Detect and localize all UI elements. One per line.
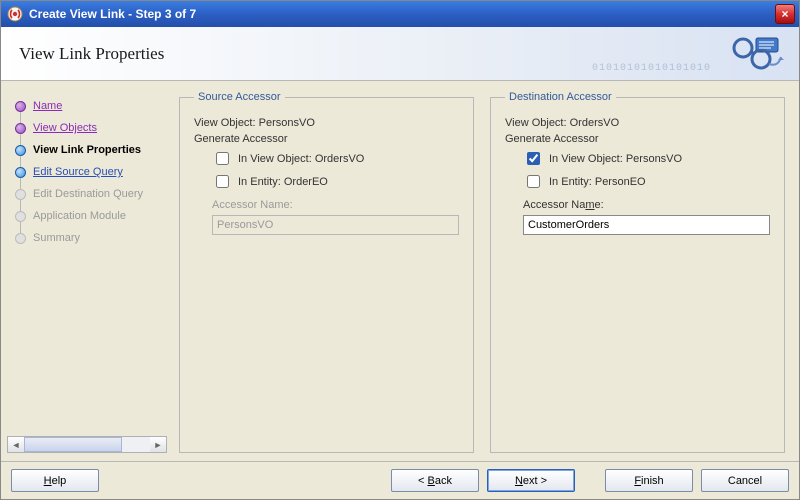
step-indicator-icon <box>15 233 26 244</box>
wizard-step-summary: Summary <box>7 227 167 249</box>
scroll-right-arrow-icon[interactable]: ► <box>150 437 166 452</box>
page-title: View Link Properties <box>19 44 164 64</box>
wizard-step-application-module: Application Module <box>7 205 167 227</box>
step-indicator-icon <box>15 211 26 222</box>
source-in-entity-text: In Entity: OrderEO <box>238 176 328 188</box>
wizard-step-edit-destination-query: Edit Destination Query <box>7 183 167 205</box>
next-button[interactable]: Next > <box>487 469 575 492</box>
step-indicator-icon <box>15 167 26 178</box>
source-view-object-value: PersonsVO <box>259 117 315 129</box>
wizard-step-label[interactable]: View Objects <box>33 122 97 134</box>
wizard-step-sidebar: Name View Objects View Link Properties Edit… <box>1 81 173 461</box>
wizard-step-label[interactable]: Name <box>33 100 62 112</box>
wizard-step-name[interactable]: Name <box>7 95 167 117</box>
dest-in-entity-checkbox[interactable]: In Entity: PersonEO <box>523 172 770 191</box>
dest-view-object-value: OrdersVO <box>570 117 620 129</box>
destination-accessor-legend: Destination Accessor <box>505 91 616 103</box>
title-bar: Create View Link - Step 3 of 7 × <box>1 1 799 27</box>
step-indicator-icon <box>15 145 26 156</box>
window-title: Create View Link - Step 3 of 7 <box>29 7 196 21</box>
scroll-left-arrow-icon[interactable]: ◄ <box>8 437 24 452</box>
source-accessor-name-label: Accessor Name: <box>212 199 293 211</box>
wizard-footer: Help < Back Next > Finish Cancel <box>1 461 799 499</box>
dest-in-view-object-text: In View Object: PersonsVO <box>549 153 682 165</box>
wizard-step-label: Edit Destination Query <box>33 188 143 200</box>
step-indicator-icon <box>15 101 26 112</box>
source-in-view-object-checkbox[interactable]: In View Object: OrdersVO <box>212 149 459 168</box>
source-accessor-panel: Source Accessor View Object: PersonsVO G… <box>179 91 474 453</box>
wizard-step-edit-source-query[interactable]: Edit Source Query <box>7 161 167 183</box>
wizard-step-view-link-properties: View Link Properties <box>7 139 167 161</box>
source-accessor-name-input <box>212 215 459 235</box>
destination-accessor-panel: Destination Accessor View Object: Orders… <box>490 91 785 453</box>
dest-accessor-name-input[interactable] <box>523 215 770 235</box>
close-button[interactable]: × <box>775 4 795 24</box>
decorative-binary: 01010101010101010 <box>592 63 711 74</box>
cancel-button[interactable]: Cancel <box>701 469 789 492</box>
wizard-step-label[interactable]: Edit Source Query <box>33 166 123 178</box>
source-accessor-legend: Source Accessor <box>194 91 285 103</box>
back-button[interactable]: < Back <box>391 469 479 492</box>
wizard-window: Create View Link - Step 3 of 7 × View Li… <box>0 0 800 500</box>
wizard-step-label: Application Module <box>33 210 126 222</box>
help-button[interactable]: Help <box>11 469 99 492</box>
wizard-step-view-objects[interactable]: View Objects <box>7 117 167 139</box>
dest-in-entity-text: In Entity: PersonEO <box>549 176 646 188</box>
dest-in-view-object-checkbox[interactable]: In View Object: PersonsVO <box>523 149 770 168</box>
wizard-header: View Link Properties 01010101010101010 <box>1 27 799 81</box>
step-indicator-icon <box>15 123 26 134</box>
app-icon <box>7 6 23 22</box>
dest-accessor-name-label: Accessor Name: <box>523 199 604 211</box>
header-wizard-icon <box>723 35 787 73</box>
source-in-entity-checkbox[interactable]: In Entity: OrderEO <box>212 172 459 191</box>
source-view-object-label: View Object: <box>194 117 256 129</box>
scroll-track[interactable] <box>24 437 150 452</box>
wizard-step-label: View Link Properties <box>33 144 141 156</box>
step-indicator-icon <box>15 189 26 200</box>
source-in-view-object-text: In View Object: OrdersVO <box>238 153 364 165</box>
scroll-thumb[interactable] <box>24 437 122 452</box>
dest-view-object-label: View Object: <box>505 117 567 129</box>
dest-generate-label: Generate Accessor <box>505 133 599 145</box>
wizard-step-label: Summary <box>33 232 80 244</box>
close-icon: × <box>781 7 788 21</box>
finish-button[interactable]: Finish <box>605 469 693 492</box>
sidebar-horizontal-scrollbar[interactable]: ◄ ► <box>7 436 167 453</box>
source-generate-label: Generate Accessor <box>194 133 288 145</box>
